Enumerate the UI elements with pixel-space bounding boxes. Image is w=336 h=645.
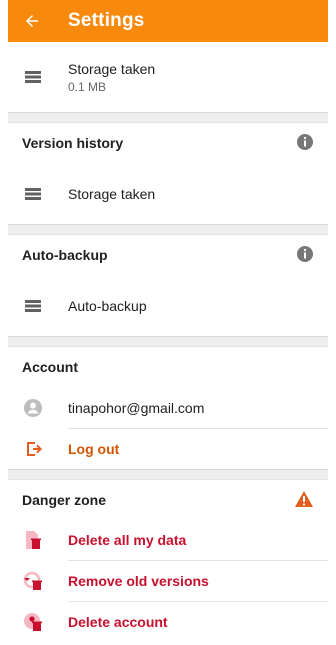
warning-icon	[294, 490, 314, 511]
storage-icon	[22, 66, 44, 88]
account-email-row: tinapohor@gmail.com	[8, 387, 328, 428]
section-separator	[8, 112, 328, 123]
delete-account-icon	[22, 611, 44, 633]
storage-icon	[22, 295, 44, 317]
storage-row: Storage taken 0.1 MB	[8, 42, 328, 112]
delete-account-label: Delete account	[68, 614, 168, 630]
account-email: tinapohor@gmail.com	[68, 399, 205, 416]
logout-label: Log out	[68, 441, 120, 457]
info-icon[interactable]	[296, 133, 314, 154]
danger-zone-title: Danger zone	[22, 492, 107, 508]
settings-screen: Settings Storage taken 0.1 MB Version hi…	[8, 0, 328, 645]
storage-value: 0.1 MB	[68, 79, 107, 94]
remove-old-versions-label: Remove old versions	[68, 573, 209, 589]
storage-label: Storage taken	[68, 60, 156, 77]
delete-account-row[interactable]: Delete account	[8, 602, 328, 642]
auto-backup-item[interactable]: Auto-backup	[8, 275, 328, 336]
account-header: Account	[8, 347, 328, 387]
section-separator	[8, 224, 328, 235]
version-history-title: Version history	[22, 135, 124, 151]
version-history-item-label: Storage taken	[68, 185, 156, 202]
auto-backup-title: Auto-backup	[22, 247, 108, 263]
info-icon[interactable]	[296, 245, 314, 266]
danger-zone-header: Danger zone	[8, 480, 328, 520]
auto-backup-header: Auto-backup	[8, 235, 328, 275]
remove-old-versions-row[interactable]: Remove old versions	[8, 561, 328, 601]
section-separator	[8, 336, 328, 347]
logout-row[interactable]: Log out	[8, 429, 328, 469]
auto-backup-item-label: Auto-backup	[68, 297, 147, 314]
app-bar: Settings	[8, 0, 328, 42]
version-history-header: Version history	[8, 123, 328, 163]
avatar-icon	[22, 397, 44, 419]
delete-all-data-label: Delete all my data	[68, 532, 187, 548]
storage-icon	[22, 183, 44, 205]
arrow-left-icon[interactable]	[20, 9, 44, 33]
remove-versions-icon	[22, 570, 44, 592]
logout-icon	[22, 438, 44, 460]
version-history-item[interactable]: Storage taken	[8, 163, 328, 224]
section-separator	[8, 469, 328, 480]
page-title: Settings	[68, 10, 145, 31]
delete-data-icon	[22, 529, 44, 551]
account-title: Account	[22, 359, 78, 375]
delete-all-data-row[interactable]: Delete all my data	[8, 520, 328, 560]
